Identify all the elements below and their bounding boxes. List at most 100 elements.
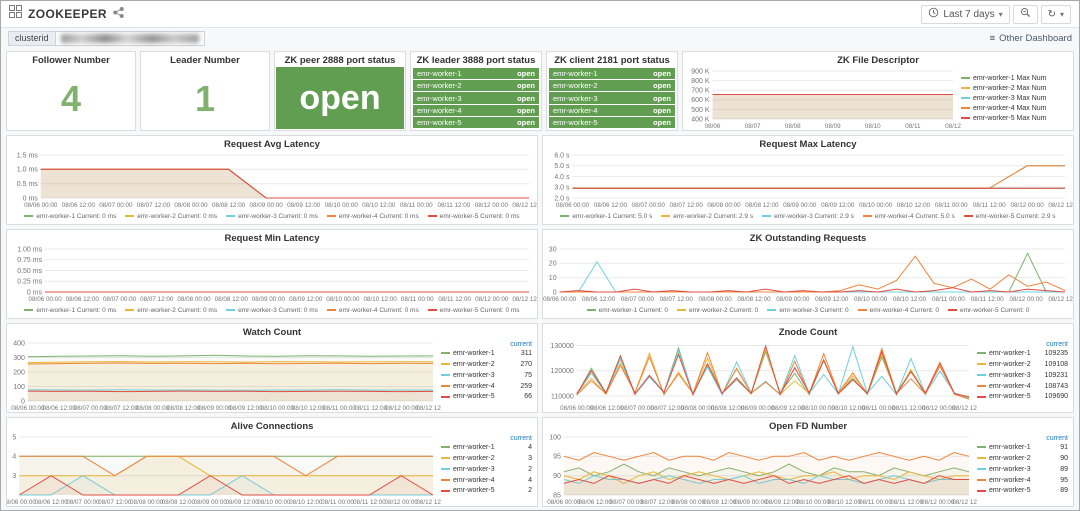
legend-item[interactable]: emr-worker-2 Current: 0 ms [125,213,217,220]
legend-item[interactable]: emr-worker-1 4 [441,443,532,454]
chart-plot[interactable]: 110000 120000 130000 08/06 00:00 08/06 12:00… [543,339,986,412]
clusterid-value-dropdown[interactable] [54,30,205,46]
legend-current-header: current [510,341,532,348]
legend-item[interactable]: emr-worker-5 Current: 2.9 s [963,213,1056,220]
legend-item[interactable]: emr-worker-4 Max Num [961,105,1069,112]
panel-zk-client-2181-status: ZK client 2181 port status emr-worker-1 o… [546,51,678,131]
chart-plot[interactable]: 0 10 20 30 08/06 00:00 08/06 12:00 08/07 00:00… [543,245,1080,303]
svg-text:08/07 12:00: 08/07 12:00 [140,296,174,303]
legend-item[interactable]: emr-worker-3 Current: 0 [767,307,849,314]
panel-follower-number: Follower Number 4 [6,51,136,131]
legend-item[interactable]: emr-worker-4 259 [441,382,532,393]
chart-plot[interactable]: 2.0 s 3.0 s 4.0 s 5.0 s 6.0 s 08/06 00:00 08/0… [543,151,1080,209]
panel-title[interactable]: ZK File Descriptor [683,52,1073,67]
panel-title[interactable]: ZK client 2181 port status [547,52,677,67]
legend-item[interactable]: emr-worker-5 Current: 0 [948,307,1029,314]
legend-item[interactable]: emr-worker-2 3 [441,454,532,465]
legend-item[interactable]: emr-worker-3 Current: 2.9 s [762,213,854,220]
chart-plot[interactable]: 0 ms 0.25 ms 0.50 ms 0.75 ms 1.00 ms 08/06 00… [7,245,546,303]
clock-icon [928,7,939,21]
legend-current-value: 108743 [1044,382,1068,390]
panel-title[interactable]: Open FD Number [543,418,1073,433]
port-status-value: open [517,105,535,115]
panel-zk-peer-2888-status: ZK peer 2888 port status open [274,51,406,131]
legend-item[interactable]: emr-worker-3 Current: 0 ms [226,213,318,220]
legend-current-value: 109108 [1044,360,1068,368]
svg-text:08/06 12:00: 08/06 12:00 [594,202,628,209]
menu-icon: ≡ [989,32,996,44]
legend-item[interactable]: emr-worker-3 Current: 0 ms [226,307,318,314]
svg-text:08/10 12:00: 08/10 12:00 [893,296,927,303]
legend-item[interactable]: emr-worker-2 Current: 2.9 s [661,213,753,220]
legend-item[interactable]: emr-worker-5 109690 [977,392,1068,403]
svg-text:08/10 00:00: 08/10 00:00 [325,202,359,209]
legend-item[interactable]: emr-worker-2 90 [977,454,1068,465]
legend-item[interactable]: emr-worker-4 Current: 5.0 s [862,213,955,220]
legend-item[interactable]: emr-worker-2 Max Num [961,85,1069,92]
legend-item[interactable]: emr-worker-1 Current: 0 [586,307,668,314]
panel-title[interactable]: Request Min Latency [7,230,537,245]
legend-item[interactable]: emr-worker-2 270 [441,360,532,371]
legend-item[interactable]: emr-worker-3 Max Num [961,95,1069,102]
panel-title[interactable]: ZK peer 2888 port status [275,52,405,67]
legend-item[interactable]: emr-worker-1 Max Num [961,75,1069,82]
legend-item[interactable]: emr-worker-1 311 [441,349,532,360]
legend-item[interactable]: emr-worker-4 95 [977,476,1068,487]
svg-text:500 K: 500 K [691,107,710,114]
refresh-button[interactable]: ↻ ▾ [1040,4,1071,24]
chart-plot[interactable]: 34508/06 00:0008/06 12:0008/07 00:0008/0… [3,433,450,506]
svg-text:08/12 12:00: 08/12 12:00 [1048,296,1073,303]
legend-item[interactable]: emr-worker-4 Current: 0 [857,307,939,314]
svg-text:08/12 00:00: 08/12 00:00 [1009,296,1043,303]
legend-item[interactable]: emr-worker-4 Current: 0 ms [326,307,419,314]
svg-text:08/07 12:00: 08/07 12:00 [137,202,171,209]
legend-item[interactable]: emr-worker-5 66 [441,392,532,403]
share-icon[interactable] [113,5,124,23]
time-range-picker[interactable]: Last 7 days ▾ [921,4,1010,24]
panel-title[interactable]: Alive Connections [7,418,537,433]
legend-item[interactable]: emr-worker-5 Current: 0 ms [427,213,520,220]
zoom-out-button[interactable] [1012,4,1038,24]
legend-item[interactable]: emr-worker-3 2 [441,465,532,476]
panel-title[interactable]: ZK leader 3888 port status [411,52,541,67]
legend-item[interactable]: emr-worker-1 Current: 0 ms [24,213,116,220]
legend-item[interactable]: emr-worker-3 75 [441,371,532,382]
legend-item[interactable]: emr-worker-5 89 [977,486,1068,497]
legend-item[interactable]: emr-worker-2 Current: 0 ms [125,307,217,314]
svg-text:0.25 ms: 0.25 ms [17,279,42,286]
panel-title[interactable]: Leader Number [141,52,269,67]
legend-item[interactable]: emr-worker-2 Current: 0 [676,307,758,314]
panel-title[interactable]: Watch Count [7,324,537,339]
dashboard-grid-icon[interactable] [9,5,22,23]
legend-item[interactable]: emr-worker-3 109231 [977,371,1068,382]
legend-item[interactable]: emr-worker-1 109235 [977,349,1068,360]
panel-title[interactable]: Znode Count [543,324,1073,339]
svg-text:08/12 00:00: 08/12 00:00 [385,499,419,506]
svg-text:08/08: 08/08 [785,123,801,130]
panel-title[interactable]: Request Max Latency [543,136,1073,151]
chart-plot[interactable]: 0 100 200 300 400 08/06 00:00 08/06 12:00 08/07… [7,339,450,412]
legend-item[interactable]: emr-worker-5 2 [441,486,532,497]
chart-plot[interactable]: 0 ms 0.5 ms 1.0 ms 1.5 ms 08/06 00:00 08/06 1… [7,151,546,209]
panel-title[interactable]: Request Avg Latency [7,136,537,151]
legend-item[interactable]: emr-worker-1 Current: 0 ms [24,307,116,314]
panel-title[interactable]: ZK Outstanding Requests [543,230,1073,245]
panel-title[interactable]: Follower Number [7,52,135,67]
legend-current-value: 4 [528,444,532,451]
legend-item[interactable]: emr-worker-3 89 [977,465,1068,476]
chart-canvas: 400 K500 K600 K700 K800 K900 K08/06 08/07… [691,68,961,130]
legend-item[interactable]: emr-worker-5 Max Num [961,115,1069,122]
legend-item[interactable]: emr-worker-1 91 [977,443,1068,454]
legend-item[interactable]: emr-worker-4 Current: 0 ms [326,213,419,220]
chart-plot[interactable]: 400 K 500 K 600 K 700 K 800 K 900 K 08/06 08/07… [683,67,961,130]
legend-item[interactable]: emr-worker-4 4 [441,476,532,487]
svg-text:1.00 ms: 1.00 ms [17,246,42,253]
chart-plot[interactable]: 85 90 95 100 08/06 00:00 08/06 12:00 08/07 00:… [543,433,986,506]
other-dashboard-link[interactable]: ≡ Other Dashboard [990,33,1072,44]
legend-item[interactable]: emr-worker-1 Current: 5.0 s [560,213,652,220]
chart-canvas: 010203008/06 00:00 08/06 12:00 08/07 00:00… [543,246,1080,303]
legend-item[interactable]: emr-worker-5 Current: 0 ms [427,307,520,314]
legend-item[interactable]: emr-worker-4 108743 [977,382,1068,393]
chart-canvas: 34508/06 00:0008/06 12:0008/07 00:0008/0… [3,434,450,506]
legend-item[interactable]: emr-worker-2 109108 [977,360,1068,371]
